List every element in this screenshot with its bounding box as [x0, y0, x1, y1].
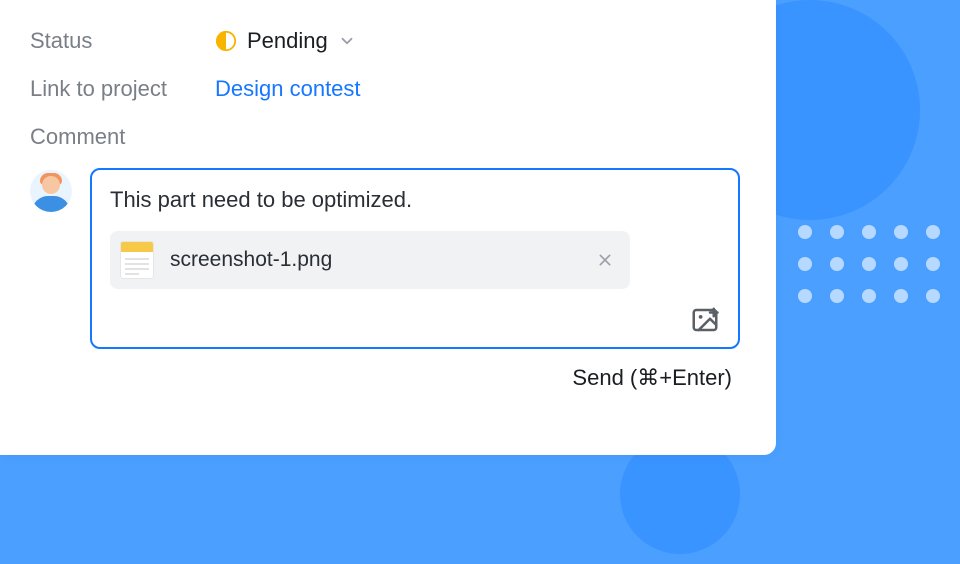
page-background: Status Pending Link to project Design co… [0, 0, 960, 564]
send-row: Send (⌘+Enter) [30, 365, 740, 391]
status-row: Status Pending [30, 28, 740, 54]
attachment-remove-button[interactable] [594, 249, 616, 271]
status-label: Status [30, 28, 215, 54]
project-link[interactable]: Design contest [215, 76, 361, 102]
attachment-thumbnail [120, 241, 154, 279]
comment-textarea[interactable]: This part need to be optimized. [110, 186, 720, 215]
half-circle-icon [215, 30, 237, 52]
avatar [30, 170, 72, 212]
image-add-icon [690, 305, 720, 335]
decorative-dot-grid [798, 225, 940, 303]
link-to-project-label: Link to project [30, 76, 215, 102]
comment-row: This part need to be optimized. screensh… [30, 168, 740, 349]
send-button[interactable]: Send (⌘+Enter) [572, 365, 732, 391]
comment-input-box[interactable]: This part need to be optimized. screensh… [90, 168, 740, 349]
attachment-chip: screenshot-1.png [110, 231, 630, 289]
close-icon [597, 252, 613, 268]
attachment-filename: screenshot-1.png [170, 248, 578, 272]
comment-box-footer [110, 305, 720, 335]
form-card: Status Pending Link to project Design co… [0, 0, 776, 455]
link-to-project-row: Link to project Design contest [30, 76, 740, 102]
status-dropdown[interactable]: Pending [215, 28, 356, 54]
add-image-button[interactable] [690, 305, 720, 335]
chevron-down-icon [338, 32, 356, 50]
comment-label: Comment [30, 124, 740, 150]
status-value: Pending [247, 28, 328, 54]
